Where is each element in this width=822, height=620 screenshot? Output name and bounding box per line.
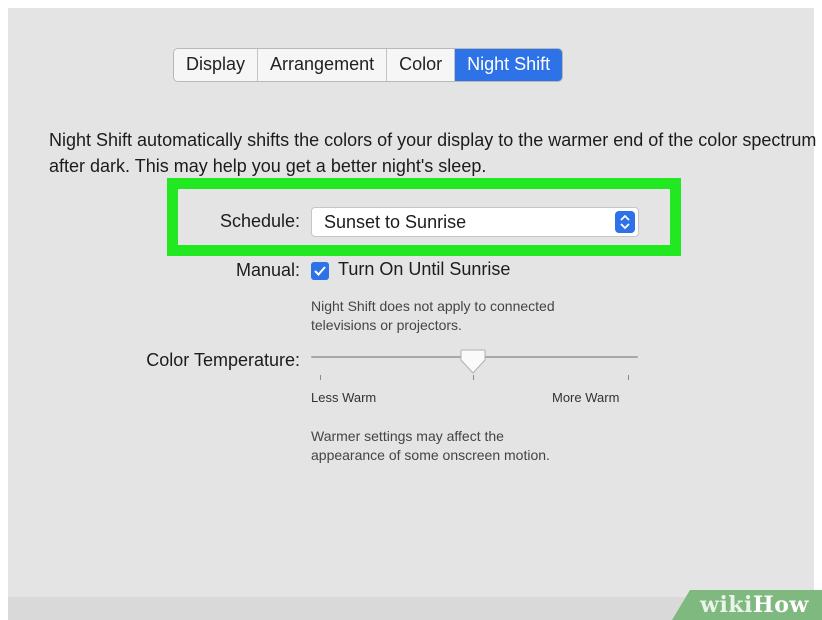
manual-label: Manual: [235,260,300,280]
slider-tick-max [628,375,629,380]
turn-on-until-sunrise-label[interactable]: Turn On Until Sunrise [338,259,510,280]
slider-tick-min [320,375,321,380]
logo-how: How [752,592,809,618]
schedule-select[interactable]: Sunset to Sunrise [311,207,639,237]
manual-note-line2: televisions or projectors. [311,317,462,333]
wikihow-logo: wikiHow [700,592,809,618]
schedule-label: Schedule: [219,211,300,231]
slider-tick-mid [473,375,474,380]
logo-wiki: wiki [700,592,753,618]
tab-display[interactable]: Display [174,49,259,81]
select-stepper-icon [615,211,635,233]
manual-note-line1: Night Shift does not apply to connected [311,298,555,314]
temperature-note-line1: Warmer settings may affect the [311,428,504,444]
color-temperature-label: Color Temperature: [146,350,300,370]
tab-arrangement[interactable]: Arrangement [258,49,388,81]
more-warm-label: More Warm [552,390,620,405]
tab-color[interactable]: Color [387,49,456,81]
night-shift-description: Night Shift automatically shifts the col… [49,130,817,176]
tab-night-shift[interactable]: Night Shift [455,49,563,81]
tab-bar: Display Arrangement Color Night Shift [173,48,564,82]
turn-on-until-sunrise-checkbox[interactable] [311,262,329,280]
less-warm-label: Less Warm [311,390,377,405]
checkmark-icon [314,266,326,276]
temperature-note-line2: appearance of some onscreen motion. [311,447,550,463]
schedule-selected-value: Sunset to Sunrise [324,212,467,232]
